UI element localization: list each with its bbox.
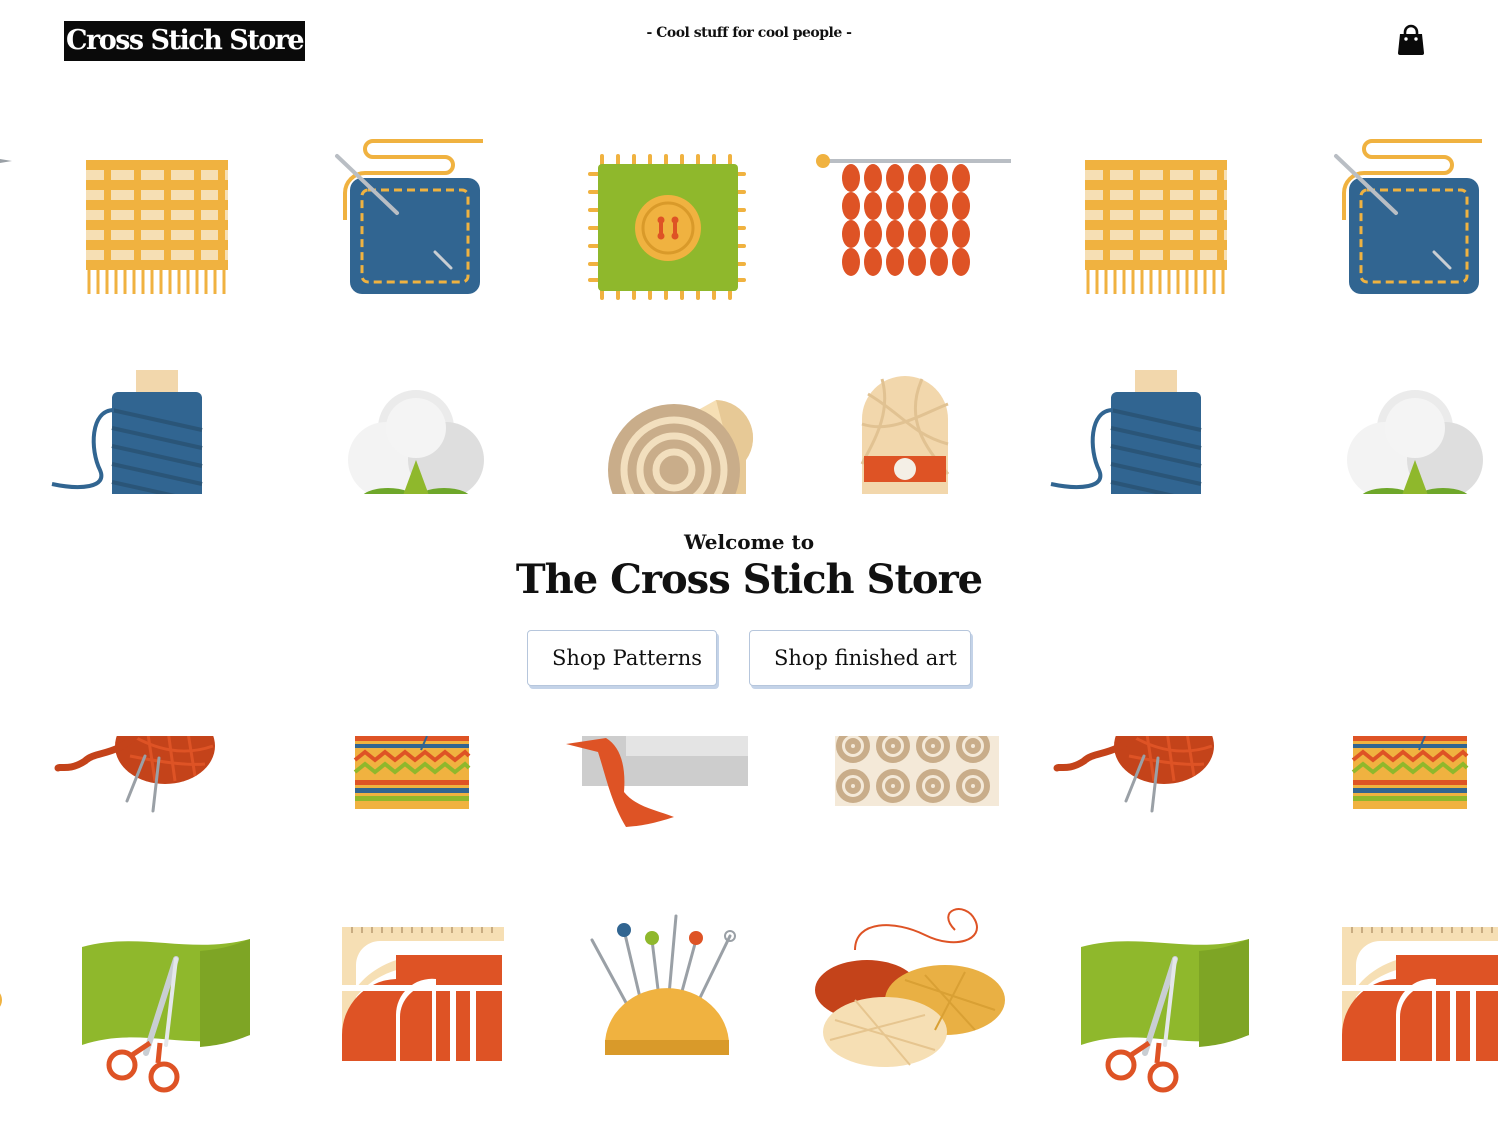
- zigzag-fabric-icon: [1351, 736, 1469, 811]
- yarn-skein-icon: [860, 374, 952, 494]
- thread-spool-icon: [50, 370, 210, 494]
- site-header: Cross Stich Store - Cool stuff for cool …: [0, 0, 1498, 80]
- hero-section: Welcome to The Cross Stich Store: [0, 528, 1498, 604]
- page-title: The Cross Stich Store: [515, 556, 983, 603]
- shop-patterns-button[interactable]: Shop Patterns: [527, 630, 717, 686]
- fabric-scissors-icon: [80, 935, 255, 1100]
- thread-spool-icon: [1049, 370, 1209, 494]
- striped-fabric-icon: [1085, 160, 1229, 296]
- button-patch-icon: [588, 154, 748, 301]
- yarn-balls-icon: [815, 900, 1010, 1070]
- craft-row-3: [0, 736, 1498, 836]
- craft-row-2: [0, 360, 1498, 494]
- yarn-ball-icon: [54, 736, 220, 821]
- denim-patch-icon: [335, 138, 485, 298]
- welcome-text: Welcome to: [683, 530, 815, 554]
- shopping-bag-icon[interactable]: [1396, 24, 1426, 56]
- denim-patch-icon: [1334, 138, 1484, 298]
- zigzag-fabric-icon: [353, 736, 471, 811]
- swirl-fabric-icon: [835, 736, 1000, 808]
- ruler-pattern-icon: [340, 925, 508, 1065]
- needle-icon: [0, 155, 14, 165]
- ruler-pattern-icon: [1340, 925, 1498, 1065]
- knitting-icon: [815, 150, 1015, 300]
- cotton-icon: [346, 388, 486, 494]
- fabric-scissors-icon: [1079, 935, 1254, 1100]
- shop-finished-art-button[interactable]: Shop finished art: [749, 630, 971, 686]
- pincushion-icon: [590, 910, 740, 1062]
- site-tagline: - Cool stuff for cool people -: [646, 25, 852, 41]
- cotton-icon: [1345, 388, 1485, 494]
- fabric-roll-icon: [606, 398, 754, 494]
- pin-head-icon: [0, 985, 10, 1015]
- craft-row-1: [0, 130, 1498, 305]
- craft-row-4: [0, 895, 1498, 1105]
- striped-fabric-icon: [86, 160, 230, 296]
- hero-buttons: Shop Patterns Shop finished art: [0, 630, 1498, 686]
- ribbon-icon: [566, 736, 751, 832]
- yarn-ball-icon: [1053, 736, 1219, 821]
